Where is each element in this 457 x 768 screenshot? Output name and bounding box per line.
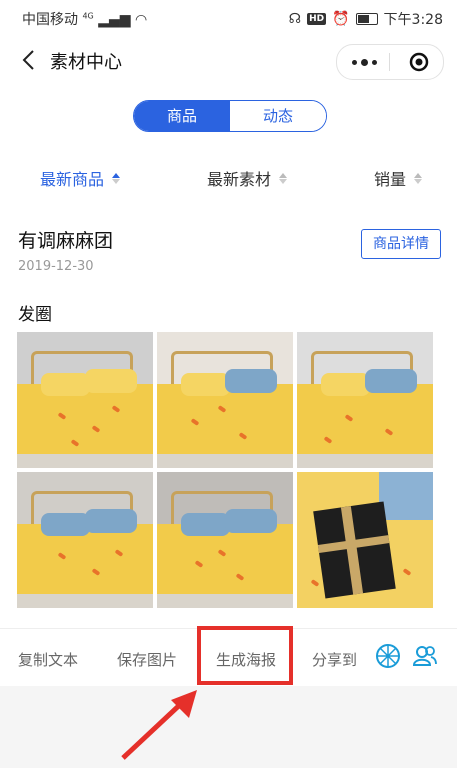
tab-updates[interactable]: 动态 (230, 101, 326, 131)
moments-share-icon[interactable] (375, 643, 401, 669)
sort-label: 最新素材 (207, 170, 272, 189)
sort-arrows-icon (414, 172, 423, 184)
bedding-photo-2[interactable] (157, 332, 293, 468)
bedding-photo-3[interactable] (297, 332, 433, 468)
sort-label: 销量 (374, 170, 407, 189)
segment-tabs: 商品 动态 (133, 100, 327, 132)
navigation-bar: 素材中心 (0, 36, 457, 86)
product-detail-button[interactable]: 商品详情 (361, 229, 441, 259)
carrier-label: 中国移动 (22, 12, 78, 28)
poster-highlight-box (197, 626, 293, 685)
share-to-label: 分享到 (312, 651, 358, 669)
save-image-button[interactable]: 保存图片 (117, 649, 177, 670)
close-target-icon[interactable] (409, 52, 429, 72)
sort-arrows-icon (112, 172, 121, 184)
status-bar: 中国移动 4G ▂▄▆ ◠ ☊ HD ⏰ 下午3:28 (0, 0, 457, 36)
back-arrow-icon[interactable] (18, 48, 42, 72)
sort-sales[interactable]: 销量 (374, 166, 423, 190)
bedding-photo-5[interactable] (157, 472, 293, 608)
hd-badge: HD (307, 13, 327, 25)
pointer-arrow-icon (121, 690, 197, 760)
sort-label: 最新商品 (40, 170, 105, 189)
sort-bar: 最新商品 最新素材 销量 (0, 160, 457, 196)
sort-latest-material[interactable]: 最新素材 (207, 166, 288, 190)
sort-latest-goods[interactable]: 最新商品 (40, 166, 121, 190)
page-title: 素材中心 (50, 52, 122, 73)
more-icon[interactable] (352, 59, 377, 66)
network-type: 4G (82, 11, 94, 21)
miniprogram-capsule (336, 44, 444, 80)
photo-grid (17, 332, 433, 608)
battery-icon (355, 13, 378, 25)
bedding-photo-4[interactable] (17, 472, 153, 608)
friends-share-icon[interactable] (412, 643, 438, 669)
wifi-icon: ◠ (134, 12, 148, 28)
bedding-photo-1[interactable] (17, 332, 153, 468)
signal-icon: ▂▄▆ (98, 12, 131, 28)
clock-time: 下午3:28 (383, 12, 443, 28)
gift-box-photo[interactable] (297, 472, 433, 608)
headphone-icon: ☊ (288, 11, 302, 27)
bottom-gray-area (0, 686, 457, 768)
shop-name: 有调麻麻团 (18, 230, 114, 252)
post-date: 2019-12-30 (18, 259, 94, 274)
alarm-icon: ⏰ (332, 11, 350, 27)
post-label: 发圈 (18, 305, 52, 325)
tab-goods[interactable]: 商品 (134, 101, 230, 131)
sort-arrows-icon (279, 172, 288, 184)
copy-text-button[interactable]: 复制文本 (18, 649, 78, 670)
